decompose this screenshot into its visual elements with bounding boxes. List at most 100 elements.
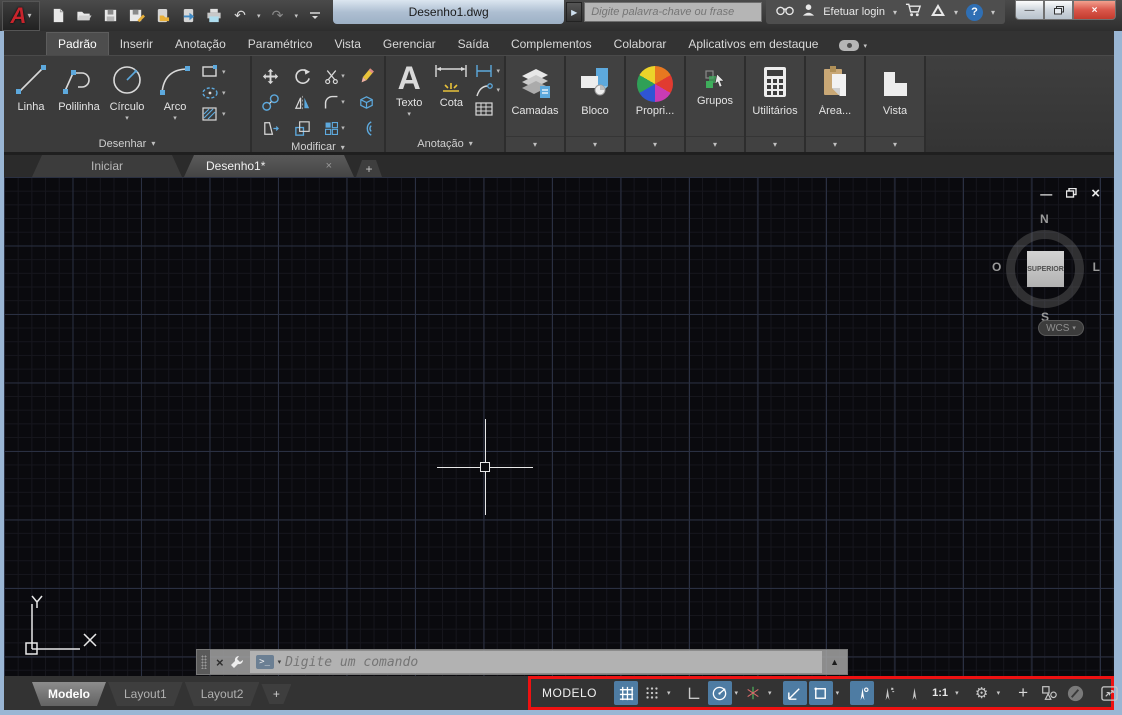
tab-padrao[interactable]: Padrão xyxy=(46,32,109,55)
ribbon-display-toggle[interactable]: ▾ xyxy=(839,40,868,55)
move-button[interactable] xyxy=(255,63,285,89)
tab-complementos[interactable]: Complementos xyxy=(500,33,603,55)
panel-camadas[interactable]: Camadas ▾ xyxy=(506,56,566,152)
annotation-autoscale-toggle[interactable] xyxy=(876,681,900,705)
circle-button[interactable]: Círculo ▾ xyxy=(104,59,150,122)
command-input-area[interactable]: >_ ▾ xyxy=(249,651,823,673)
erase-button[interactable] xyxy=(351,63,381,89)
close-button[interactable]: × xyxy=(1073,0,1116,20)
array-button[interactable]: ▾ xyxy=(319,115,349,141)
panel-grupos[interactable]: Grupos ▾ xyxy=(686,56,746,152)
fillet-dropdown[interactable]: ▾ xyxy=(341,98,345,106)
tab-vista[interactable]: Vista xyxy=(323,33,371,55)
clean-screen-button[interactable] xyxy=(1097,681,1121,705)
command-bar-close-icon[interactable]: × xyxy=(210,655,230,670)
new-layout-button[interactable]: + xyxy=(261,684,291,704)
polar-tracking-toggle[interactable] xyxy=(707,681,732,705)
file-tab-iniciar[interactable]: Iniciar xyxy=(32,155,182,177)
linear-dimension-dropdown[interactable]: ▾ xyxy=(496,67,500,75)
panel-utilitarios[interactable]: Utilitários ▾ xyxy=(746,56,806,152)
search-input[interactable] xyxy=(585,6,762,18)
text-button[interactable]: A Texto ▾ xyxy=(390,59,428,118)
save-button[interactable] xyxy=(100,7,120,25)
workspace-dropdown[interactable]: ▾ xyxy=(996,689,1002,697)
arc-button[interactable]: Arco ▾ xyxy=(152,59,198,122)
tab-saida[interactable]: Saída xyxy=(447,33,500,55)
leader-button[interactable]: ▾ xyxy=(474,82,500,98)
file-tab-desenho1[interactable]: Desenho1* × xyxy=(184,155,354,177)
sign-in-dropdown[interactable]: ▾ xyxy=(893,8,897,17)
restore-button[interactable] xyxy=(1044,0,1073,20)
panel-camadas-flyout[interactable]: ▾ xyxy=(533,140,537,149)
drawing-canvas[interactable]: — × N S O L SUPERIOR WCS ▾ × >_ ▾ Digite… xyxy=(4,177,1114,676)
leader-dropdown[interactable]: ▾ xyxy=(496,86,500,94)
command-bar-wrench-icon[interactable] xyxy=(230,655,250,669)
snap-mode-toggle[interactable] xyxy=(640,681,664,705)
file-tab-close-icon[interactable]: × xyxy=(326,160,332,172)
command-input[interactable] xyxy=(285,654,817,670)
app-store-cart-icon[interactable] xyxy=(905,3,922,22)
panel-bloco[interactable]: Bloco ▾ xyxy=(566,56,626,152)
ellipse-dropdown[interactable]: ▾ xyxy=(222,89,226,97)
redo-button[interactable]: ↷ xyxy=(268,7,288,25)
help-dropdown[interactable]: ▾ xyxy=(991,8,995,17)
panel-desenhar-footer[interactable]: Desenhar ▾ xyxy=(4,135,250,152)
open-from-mobile-button[interactable] xyxy=(152,7,172,25)
customize-qat-button[interactable] xyxy=(305,7,325,25)
panel-area[interactable]: Área... ▾ xyxy=(806,56,866,152)
viewport-close-button[interactable]: × xyxy=(1091,185,1100,202)
hatch-button[interactable]: ▾ xyxy=(200,105,226,123)
annotation-monitor-button[interactable]: + xyxy=(1011,681,1035,705)
command-dropdown[interactable]: ▾ xyxy=(278,658,282,666)
text-dropdown[interactable]: ▾ xyxy=(407,110,411,118)
snap-dropdown[interactable]: ▾ xyxy=(666,689,672,697)
model-space-label[interactable]: MODELO xyxy=(535,686,604,700)
undo-button[interactable]: ↶ xyxy=(230,7,250,25)
layout-tab-modelo[interactable]: Modelo xyxy=(32,682,106,706)
scale-button[interactable] xyxy=(287,115,317,141)
linear-dimension-button[interactable]: ▾ xyxy=(474,63,500,79)
help-icon[interactable]: ? xyxy=(965,3,983,21)
workspace-switching-button[interactable]: ⚙ xyxy=(970,681,994,705)
tab-parametrico[interactable]: Paramétrico xyxy=(237,33,324,55)
save-to-mobile-button[interactable] xyxy=(178,7,198,25)
panel-vista-flyout[interactable]: ▾ xyxy=(893,140,897,149)
ellipse-button[interactable]: ▾ xyxy=(200,84,226,102)
redo-dropdown[interactable]: ▾ xyxy=(294,12,300,20)
polar-dropdown[interactable]: ▾ xyxy=(734,689,740,697)
arc-dropdown[interactable]: ▾ xyxy=(173,114,177,122)
graphics-performance-button[interactable] xyxy=(1063,681,1087,705)
table-button[interactable] xyxy=(474,101,500,117)
annotation-scale-value[interactable]: 1:1 xyxy=(928,681,952,705)
plot-button[interactable] xyxy=(204,7,224,25)
isometric-drafting-toggle[interactable] xyxy=(741,681,765,705)
object-snap-tracking-toggle[interactable] xyxy=(782,681,807,705)
new-file-button[interactable] xyxy=(48,7,68,25)
viewcube-top-face[interactable]: SUPERIOR xyxy=(1027,251,1064,287)
isolate-objects-button[interactable] xyxy=(1037,681,1061,705)
stretch-button[interactable] xyxy=(255,115,285,141)
viewcube-east[interactable]: L xyxy=(1093,260,1100,274)
rectangle-button[interactable]: ▾ xyxy=(200,63,226,81)
viewport-minimize-button[interactable]: — xyxy=(1040,187,1052,201)
trim-button[interactable]: ▾ xyxy=(319,63,349,89)
copy-button[interactable] xyxy=(255,89,285,115)
share-icon[interactable] xyxy=(930,3,946,22)
line-button[interactable]: Linha xyxy=(8,59,54,113)
command-bar-grip[interactable] xyxy=(197,650,210,674)
new-drawing-tab-button[interactable]: + xyxy=(356,160,382,177)
command-history-up-icon[interactable]: ▲ xyxy=(822,657,847,667)
command-prompt-icon[interactable]: >_ xyxy=(255,655,274,669)
annotation-visibility-toggle[interactable] xyxy=(850,681,875,705)
rotate-button[interactable] xyxy=(287,63,317,89)
panel-grupos-flyout[interactable]: ▾ xyxy=(713,140,717,149)
panel-propriedades-flyout[interactable]: ▾ xyxy=(653,140,657,149)
rectangle-dropdown[interactable]: ▾ xyxy=(222,68,226,76)
annotation-scale-dropdown[interactable]: ▾ xyxy=(954,689,960,697)
polyline-button[interactable]: Polilinha xyxy=(56,59,102,113)
infocenter-search[interactable] xyxy=(584,2,763,22)
tab-aplicativos[interactable]: Aplicativos em destaque xyxy=(677,33,829,55)
panel-bloco-flyout[interactable]: ▾ xyxy=(593,140,597,149)
panel-propriedades[interactable]: Propri... ▾ xyxy=(626,56,686,152)
viewcube[interactable]: N S O L SUPERIOR xyxy=(992,212,1100,324)
